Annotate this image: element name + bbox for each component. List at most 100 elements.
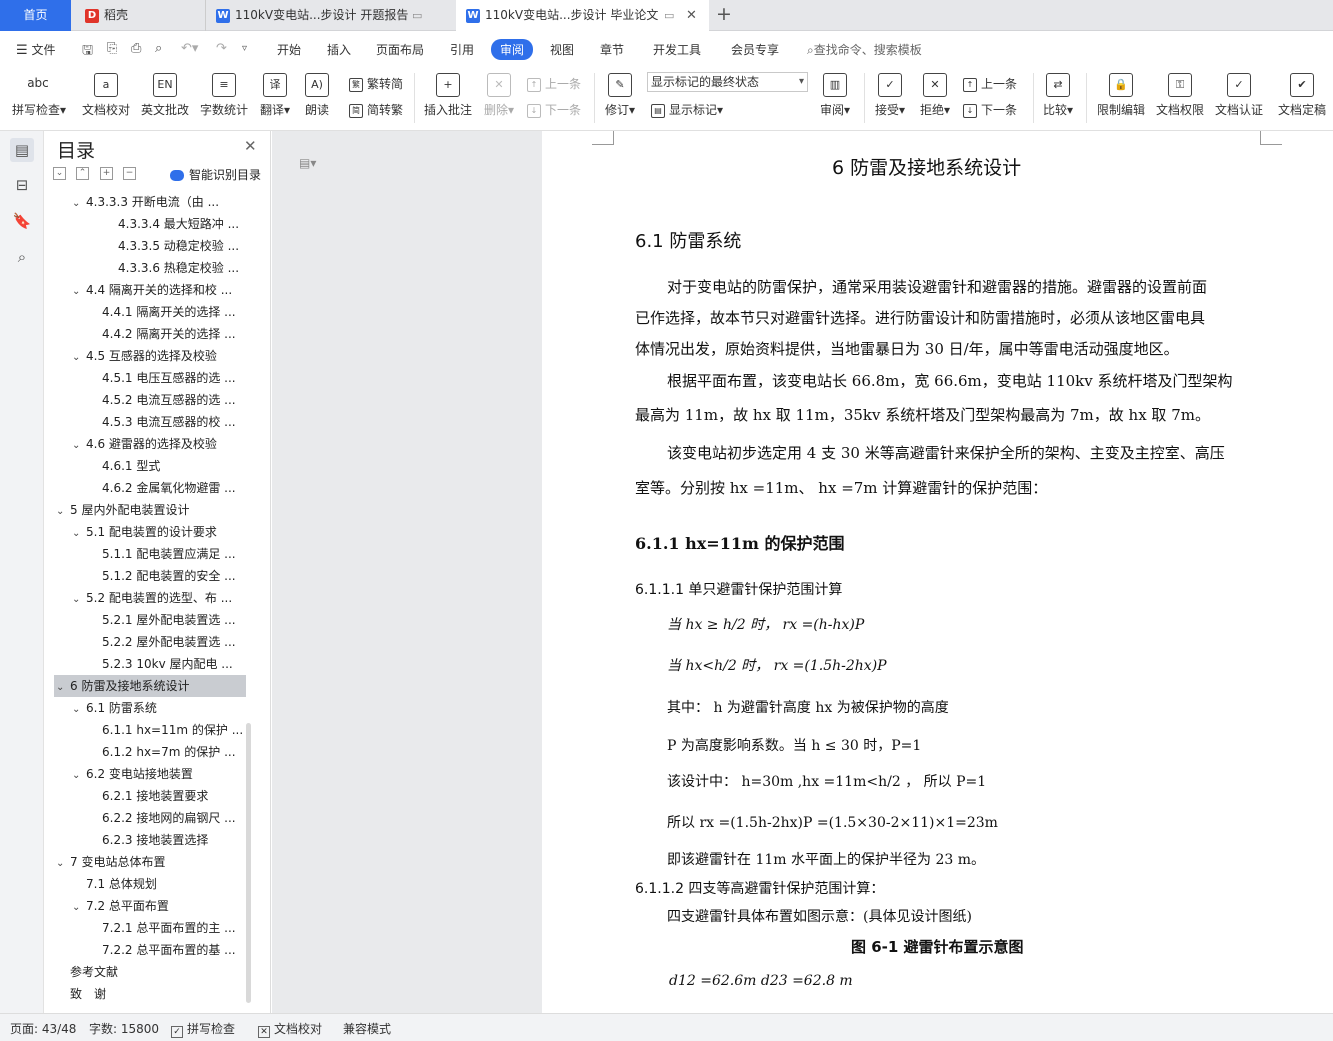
toc-item[interactable]: 6.1.2 hx=7m 的保护 ... [54,741,246,763]
smart-toc-button[interactable]: 智能识别目录 [170,166,261,183]
chevron-down-icon[interactable]: ⌄ [72,589,86,609]
print-preview-icon[interactable]: ⌕ [155,41,162,56]
delete-comment-button[interactable]: ✕ 删除▾ [482,73,516,118]
search-icon[interactable]: ⌕ [10,245,34,269]
toc-item[interactable]: 参考文献 [54,961,246,983]
track-changes-button[interactable]: ✎ 修订▾ [603,73,637,118]
chevron-down-icon[interactable]: ⌄ [72,281,86,301]
doc-proof-button[interactable]: a 文档校对 [81,73,131,118]
redo-icon[interactable]: ↷ [216,41,227,56]
toc-item[interactable]: ⌄ 4.4 隔离开关的选择和校 ... [54,279,246,301]
toc-item[interactable]: 6.1.1 hx=11m 的保护 ... [54,719,246,741]
menu-member[interactable]: 会员专享 [731,41,779,58]
toc-scrollbar[interactable] [246,723,251,1003]
tab-monitor-icon[interactable]: ▭ [664,9,674,22]
show-markup-button[interactable]: ▤ 显示标记▾ [651,101,723,118]
toc-item[interactable]: 4.5.2 电流互感器的选 ... [54,389,246,411]
chevron-down-icon[interactable]: ⌄ [56,677,70,697]
toc-item[interactable]: 6.2.2 接地网的扁钢尺 ... [54,807,246,829]
menu-insert[interactable]: 插入 [327,41,351,58]
word-count-indicator[interactable]: 字数: 15800 [89,1020,159,1037]
menu-view[interactable]: 视图 [550,41,574,58]
tab-monitor-icon[interactable]: ▭ [412,9,422,22]
toc-item[interactable]: 6.2.1 接地装置要求 [54,785,246,807]
insert-comment-button[interactable]: + 插入批注 [424,73,472,118]
menu-references[interactable]: 引用 [450,41,474,58]
toc-item[interactable]: 5.2.1 屋外配电装置选 ... [54,609,246,631]
toc-item[interactable]: 5.1.2 配电装置的安全 ... [54,565,246,587]
toc-item[interactable]: 4.5.3 电流互感器的校 ... [54,411,246,433]
reject-button[interactable]: ✕ 拒绝▾ [918,73,952,118]
simp-to-trad-button[interactable]: 简简转繁 [349,101,403,118]
trad-to-simp-button[interactable]: 繁繁转简 [349,75,403,92]
doc-proof-status[interactable]: ✕ 文档校对 [258,1020,322,1038]
chevron-down-icon[interactable]: ⌄ [72,435,86,455]
toc-item[interactable]: 5.1.1 配电装置应满足 ... [54,543,246,565]
read-aloud-button[interactable]: A) 朗读 [302,73,332,118]
toc-item[interactable]: 7.2.2 总平面布置的基 ... [54,939,246,961]
document-page[interactable]: 6 防雷及接地系统设计 6.1 防雷系统 对于变电站的防雷保护，通常采用装设避雷… [542,131,1333,1013]
command-search[interactable]: ⌕查找命令、搜索模板 [807,41,922,58]
toc-item[interactable]: ⌄ 7 变电站总体布置 [54,851,246,873]
toc-item[interactable]: 4.6.1 型式 [54,455,246,477]
chevron-down-icon[interactable]: ⌄ [72,699,86,719]
toc-item[interactable]: 致 谢 [54,983,246,1005]
toc-item[interactable]: 4.4.1 隔离开关的选择 ... [54,301,246,323]
remove-heading-icon[interactable]: − [123,167,136,180]
english-correct-button[interactable]: EN 英文批改 [140,73,190,118]
review-pane-button[interactable]: ▥ 审阅▾ [818,73,852,118]
tab-home[interactable]: 首页 [0,0,71,31]
toc-item[interactable]: ⌄ 6.2 变电站接地装置 [54,763,246,785]
spell-check-status[interactable]: ✓ 拼写检查 [171,1020,235,1038]
tab-daoke[interactable]: D 稻壳 [71,0,205,31]
toc-item[interactable]: ⌄ 4.6 避雷器的选择及校验 [54,433,246,455]
page-indicator[interactable]: 页面: 43/48 [10,1020,76,1037]
toc-item[interactable]: 4.3.3.6 热稳定校验 ... [54,257,246,279]
chevron-down-icon[interactable]: ⌄ [72,193,86,213]
add-heading-icon[interactable]: + [100,167,113,180]
save-icon[interactable]: 🖫 [82,41,93,63]
toc-item[interactable]: 5.2.3 10kv 屋内配电 ... [54,653,246,675]
translate-button[interactable]: 译翻译▾ [257,73,293,118]
toc-item[interactable]: 7.1 总体规划 [54,873,246,895]
chevron-down-icon[interactable]: ⌄ [56,501,70,521]
doc-finalize-button[interactable]: ✔ 文档定稿 [1276,73,1328,118]
chevron-down-icon[interactable]: ⌄ [72,523,86,543]
toc-item[interactable]: 5.2.2 屋外配电装置选 ... [54,631,246,653]
toc-item[interactable]: 4.4.2 隔离开关的选择 ... [54,323,246,345]
chevron-down-icon[interactable]: ⌄ [56,853,70,873]
toc-item[interactable]: 4.6.2 金属氧化物避雷 ... [54,477,246,499]
toc-item[interactable]: 7.2.1 总平面布置的主 ... [54,917,246,939]
toc-item[interactable]: ⌄ 6 防雷及接地系统设计 [54,675,246,697]
toc-item[interactable]: ⌄ 4.5 互感器的选择及校验 [54,345,246,367]
tab-close-icon[interactable]: ✕ [686,8,697,23]
export-icon[interactable]: ⎘ [107,41,117,56]
chevron-down-icon[interactable]: ⌄ [72,347,86,367]
file-menu[interactable]: ☰ 文件 [16,41,56,58]
toc-item[interactable]: ⌄ 7.2 总平面布置 [54,895,246,917]
page-options-icon[interactable]: ▤▾ [299,156,316,170]
menu-chapter[interactable]: 章节 [600,41,624,58]
toc-panel-icon[interactable]: ▤ [10,138,34,162]
toc-item[interactable]: 4.3.3.5 动稳定校验 ... [54,235,246,257]
doc-permission-button[interactable]: ⚿ 文档权限 [1155,73,1205,118]
toc-item[interactable]: 4.3.3.4 最大短路冲 ... [54,213,246,235]
next-comment-button[interactable]: ↓ 下一条 [527,101,581,118]
bookmark-icon[interactable]: 🔖 [10,209,34,233]
quick-access-dropdown-icon[interactable]: ▿ [242,43,247,54]
undo-icon[interactable]: ↶▾ [181,41,198,56]
toc-item[interactable]: 6.2.3 接地装置选择 [54,829,246,851]
next-change-button[interactable]: ↓ 下一条 [963,101,1017,118]
toc-item[interactable]: ⌄ 5.2 配电装置的选型、布 ... [54,587,246,609]
new-tab-button[interactable]: + [716,3,732,25]
toc-item[interactable]: ⌄ 5 屋内外配电装置设计 [54,499,246,521]
print-icon[interactable]: ⎙ [131,41,141,56]
restrict-edit-button[interactable]: 🔒 限制编辑 [1096,73,1146,118]
chevron-down-icon[interactable]: ⌄ [72,897,86,917]
menu-page-layout[interactable]: 页面布局 [376,41,424,58]
accept-button[interactable]: ✓ 接受▾ [873,73,907,118]
menu-developer[interactable]: 开发工具 [653,41,701,58]
compare-button[interactable]: ⇄ 比较▾ [1041,73,1075,118]
spell-check-button[interactable]: abc 拼写检查▾ [12,73,66,118]
prev-change-button[interactable]: ↑ 上一条 [963,75,1017,92]
